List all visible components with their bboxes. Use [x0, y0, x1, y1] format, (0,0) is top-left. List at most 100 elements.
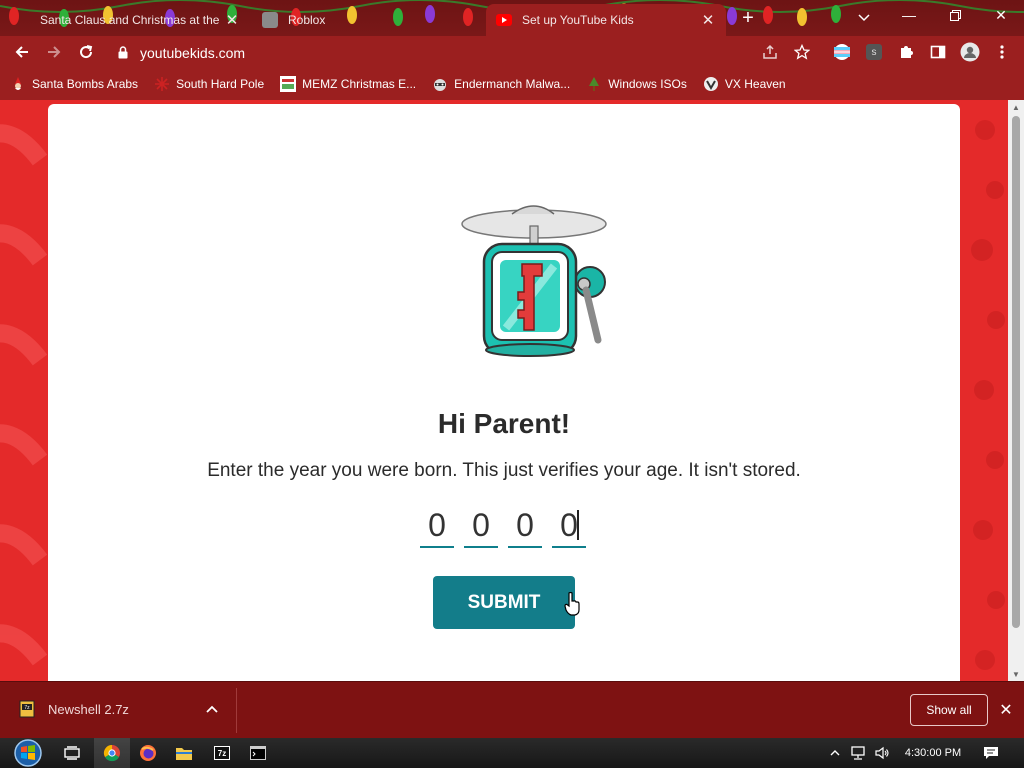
tab-roblox[interactable]: Roblox — [252, 4, 482, 36]
s-extension-icon: s — [866, 44, 882, 60]
tree-icon — [586, 76, 602, 92]
download-shelf: 7z Newshell 2.7z Show all ✕ — [0, 681, 1024, 738]
taskbar-clock[interactable]: 4:30:00 PM — [900, 738, 966, 768]
svg-text:7z: 7z — [218, 749, 226, 758]
reload-icon — [80, 45, 93, 59]
parent-gate-card: Hi Parent! Enter the year you were born.… — [48, 104, 960, 681]
raccoon-icon — [432, 76, 448, 92]
address-bar[interactable]: youtubekids.com — [106, 39, 826, 66]
scrollbar-thumb[interactable] — [1012, 116, 1020, 628]
snowflake-icon — [154, 76, 170, 92]
cmd-taskbar-button[interactable] — [240, 738, 276, 768]
vertical-scrollbar[interactable]: ▲ ▼ — [1008, 100, 1024, 681]
bookmark-label: MEMZ Christmas E... — [302, 77, 417, 91]
profile-button[interactable] — [958, 40, 982, 64]
extension-s-button[interactable]: s — [862, 40, 886, 64]
network-icon — [851, 746, 865, 760]
menu-button[interactable] — [990, 40, 1014, 64]
chrome-icon — [103, 744, 120, 762]
scroll-up-arrow-icon[interactable]: ▲ — [1008, 100, 1024, 114]
share-icon — [763, 44, 777, 59]
close-download-shelf-button[interactable]: ✕ — [996, 698, 1016, 722]
roblox-icon — [262, 12, 278, 28]
bookmark-endermanch-malware[interactable]: Endermanch Malwa... — [432, 76, 570, 92]
share-button[interactable] — [758, 40, 782, 64]
reload-button[interactable] — [74, 40, 98, 64]
download-file-name: Newshell 2.7z — [48, 701, 129, 717]
bookmark-memz-christmas[interactable]: MEMZ Christmas E... — [280, 76, 416, 92]
restore-icon — [949, 9, 961, 21]
task-view-icon — [64, 746, 80, 760]
minimize-button[interactable]: — — [886, 0, 932, 30]
lock-icon — [118, 46, 128, 59]
chrome-taskbar-button[interactable] — [94, 738, 130, 768]
speaker-icon — [875, 746, 889, 760]
network-button[interactable] — [848, 738, 868, 768]
avatar-icon — [960, 42, 980, 62]
year-digit-1[interactable]: 0 — [420, 504, 454, 548]
bookmark-santa-bombs-arabs[interactable]: Santa Bombs Arabs — [10, 76, 138, 92]
side-panel-button[interactable] — [926, 40, 950, 64]
age-verification-instruction: Enter the year you were born. This just … — [207, 460, 801, 481]
windows-start-orb-icon — [14, 739, 42, 767]
youtube-icon — [496, 12, 512, 28]
bookmark-star-button[interactable] — [790, 40, 814, 64]
tab-strip: Santa Claus and Christmas at the ✕ Roblo… — [0, 0, 1024, 36]
url-text: youtubekids.com — [140, 44, 246, 61]
hand-pointer-cursor — [564, 592, 580, 616]
file-explorer-taskbar-button[interactable] — [166, 738, 202, 768]
close-window-button[interactable]: ✕ — [978, 0, 1024, 30]
page-title: Hi Parent! — [437, 408, 571, 439]
bookmark-windows-isos[interactable]: Windows ISOs — [586, 76, 687, 92]
year-digit-4[interactable]: 0 — [552, 504, 586, 548]
7zip-taskbar-button[interactable]: 7z — [204, 738, 240, 768]
close-tab-icon[interactable]: ✕ — [698, 10, 718, 30]
tab-santa-claus[interactable]: Santa Claus and Christmas at the ✕ — [30, 4, 250, 36]
bookmark-label: VX Heaven — [724, 77, 786, 91]
flag-icon — [834, 44, 850, 60]
extension-flag-button[interactable] — [830, 40, 854, 64]
show-hidden-icons-button[interactable] — [826, 738, 844, 768]
extensions-button[interactable] — [894, 40, 918, 64]
vx-icon — [703, 76, 719, 92]
birth-year-input[interactable]: 0 0 0 0 — [420, 504, 600, 554]
shelf-divider — [236, 688, 237, 733]
show-all-downloads-button[interactable]: Show all — [910, 694, 988, 726]
close-tab-icon[interactable]: ✕ — [222, 10, 242, 30]
download-options-button[interactable] — [202, 698, 222, 720]
restore-button[interactable] — [932, 0, 978, 30]
action-center-button[interactable] — [980, 738, 1002, 768]
notification-icon — [984, 747, 998, 759]
arrow-right-icon — [48, 46, 61, 58]
svg-text:7z: 7z — [24, 705, 30, 711]
robot-mascot-illustration — [461, 205, 607, 357]
scroll-down-arrow-icon[interactable]: ▼ — [1008, 667, 1024, 681]
puzzle-icon — [901, 46, 913, 58]
santa-icon — [10, 76, 26, 92]
firefox-taskbar-button[interactable] — [130, 738, 166, 768]
tab-set-up-youtube-kids[interactable]: Set up YouTube Kids ✕ — [486, 4, 726, 36]
bookmark-label: Endermanch Malwa... — [454, 77, 571, 91]
chevron-up-icon — [830, 750, 840, 756]
download-item[interactable]: 7z Newshell 2.7z — [18, 700, 129, 718]
new-tab-button[interactable]: + — [736, 6, 760, 30]
start-button[interactable] — [8, 738, 48, 768]
bookmark-label: Windows ISOs — [608, 77, 687, 91]
text-caret — [577, 510, 579, 540]
page-viewport: Hi Parent! Enter the year you were born.… — [0, 100, 1008, 681]
task-view-button[interactable] — [54, 738, 90, 768]
memz-icon — [280, 76, 297, 92]
chevron-up-icon — [206, 705, 218, 713]
file-explorer-icon — [176, 748, 192, 760]
year-digit-3[interactable]: 0 — [508, 504, 542, 548]
year-digit-2[interactable]: 0 — [464, 504, 498, 548]
bookmark-vx-heaven[interactable]: VX Heaven — [703, 76, 786, 92]
back-button[interactable] — [10, 40, 34, 64]
forward-button[interactable] — [42, 40, 66, 64]
volume-button[interactable] — [872, 738, 892, 768]
submit-button[interactable]: SUBMIT — [433, 576, 575, 629]
tab-title: Set up YouTube Kids — [522, 13, 634, 27]
bookmark-label: South Hard Pole — [176, 77, 265, 91]
tab-search-button[interactable] — [852, 6, 876, 30]
bookmark-south-hard-pole[interactable]: South Hard Pole — [154, 76, 264, 92]
